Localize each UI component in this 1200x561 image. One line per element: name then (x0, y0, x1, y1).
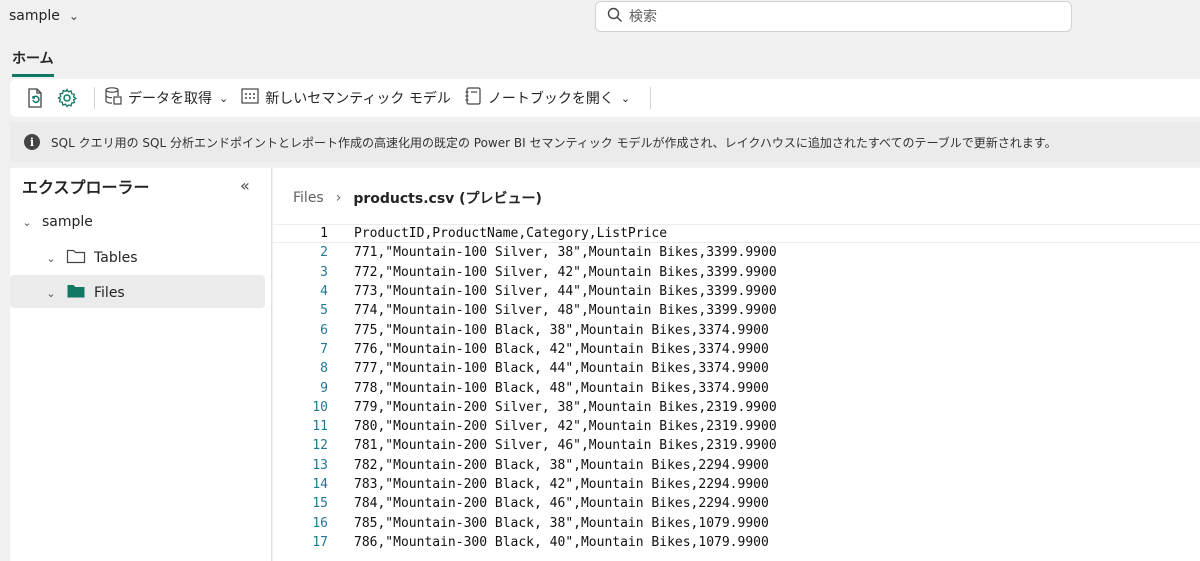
line-number: 10 (312, 399, 328, 415)
line-text: 783,"Mountain-200 Black, 42",Mountain Bi… (354, 477, 769, 492)
code-line: 5 774,"Mountain-100 Silver, 48",Mountain … (273, 301, 1200, 320)
semantic-model-icon (240, 86, 260, 110)
code-line: 12 781,"Mountain-200 Silver, 46",Mountain… (273, 436, 1200, 455)
line-text: 774,"Mountain-100 Silver, 48",Mountain B… (354, 303, 777, 319)
workspace-switcher[interactable]: sample ⌄ (9, 8, 79, 24)
chevron-down-icon: ⌄ (620, 91, 631, 105)
tree-item-root[interactable]: ⌄ sample (20, 214, 93, 230)
explorer-title: エクスプローラー (22, 178, 150, 197)
breadcrumb-files[interactable]: Files (293, 190, 324, 206)
ribbon-toolbar: データを取得 ⌄ 新しいセマンティック モデル ノートブックを開く ⌄ (10, 79, 1200, 117)
collapse-panel-icon[interactable]: « (240, 176, 250, 195)
chevron-down-icon: ⌄ (219, 91, 229, 105)
open-notebook-label: ノートブックを開く (487, 91, 614, 107)
code-line: 1 ProductID,ProductName,Category,ListPric… (273, 224, 1200, 244)
search-icon (607, 7, 623, 27)
tab-bar: ホーム (0, 42, 1200, 77)
line-text: 771,"Mountain-100 Silver, 38",Mountain B… (354, 245, 777, 261)
tree-item-files-label: Files (94, 285, 125, 301)
info-message: SQL クエリ用の SQL 分析エンドポイントとレポート作成の高速化用の既定の … (51, 135, 1057, 150)
line-number: 13 (312, 457, 328, 473)
database-icon (103, 86, 123, 110)
line-number: 1 (320, 226, 328, 242)
chevron-down-icon: ⌄ (22, 215, 32, 229)
line-text: 778,"Mountain-100 Black, 48",Mountain Bi… (354, 380, 769, 396)
line-number: 12 (312, 438, 328, 454)
get-data-button[interactable]: データを取得 ⌄ (103, 86, 228, 110)
code-line: 7 776,"Mountain-100 Black, 42",Mountain B… (273, 340, 1200, 359)
search-box[interactable] (595, 1, 1072, 32)
code-line: 6 775,"Mountain-100 Black, 38",Mountain B… (273, 320, 1200, 339)
line-number: 3 (320, 264, 328, 280)
file-preview-panel: Files › products.csv (プレビュー) 1 ProductID,… (273, 168, 1200, 561)
tree-item-files[interactable]: ⌄ Files (44, 283, 125, 303)
explorer-panel: エクスプローラー « ⌄ sample ⌄ Tables ⌄ Files (10, 168, 272, 561)
folder-icon (66, 248, 86, 268)
workspace-name: sample (9, 8, 60, 24)
line-number: 8 (320, 361, 328, 377)
code-line: 11 780,"Mountain-200 Silver, 42",Mountain… (273, 417, 1200, 436)
refresh-icon[interactable] (22, 85, 48, 111)
line-text: 786,"Mountain-300 Black, 40",Mountain Bi… (354, 534, 769, 550)
get-data-label: データを取得 (128, 91, 212, 107)
breadcrumb: Files › products.csv (プレビュー) (293, 188, 542, 208)
line-text: ProductID,ProductName,Category,ListPrice (354, 226, 668, 242)
code-line: 3 772,"Mountain-100 Silver, 42",Mountain … (273, 263, 1200, 282)
line-text: 772,"Mountain-100 Silver, 42",Mountain B… (354, 264, 777, 280)
line-number: 5 (320, 303, 328, 319)
search-input[interactable] (629, 8, 1049, 25)
csv-preview: 1 ProductID,ProductName,Category,ListPric… (273, 224, 1200, 552)
chevron-down-icon: ⌄ (46, 286, 56, 300)
line-number: 6 (320, 322, 328, 338)
line-number: 14 (312, 477, 328, 492)
chevron-right-icon: › (335, 190, 342, 206)
code-line: 15 784,"Mountain-200 Black, 46",Mountain … (273, 494, 1200, 513)
line-text: 775,"Mountain-100 Black, 38",Mountain Bi… (354, 322, 769, 338)
code-line: 14 783,"Mountain-200 Black, 42",Mountain … (273, 475, 1200, 494)
line-text: 773,"Mountain-100 Silver, 44",Mountain B… (354, 284, 777, 300)
code-line: 13 782,"Mountain-200 Black, 38",Mountain … (273, 456, 1200, 475)
line-text: 784,"Mountain-200 Black, 46",Mountain Bi… (354, 496, 769, 512)
line-text: 785,"Mountain-300 Black, 38",Mountain Bi… (354, 515, 769, 531)
new-semantic-model-label: 新しいセマンティック モデル (265, 91, 451, 107)
breadcrumb-current: products.csv (プレビュー) (353, 191, 542, 207)
line-number: 16 (312, 515, 328, 531)
line-text: 779,"Mountain-200 Silver, 38",Mountain B… (354, 399, 777, 415)
info-banner: i SQL クエリ用の SQL 分析エンドポイントとレポート作成の高速化用の既定… (10, 122, 1200, 162)
code-line: 2 771,"Mountain-100 Silver, 38",Mountain … (273, 243, 1200, 262)
line-text: 781,"Mountain-200 Silver, 46",Mountain B… (354, 438, 777, 454)
ribbon-divider (650, 87, 652, 109)
tab-home[interactable]: ホーム (12, 48, 54, 77)
tree-item-tables[interactable]: ⌄ Tables (44, 248, 138, 268)
line-text: 776,"Mountain-100 Black, 42",Mountain Bi… (354, 341, 769, 357)
line-number: 4 (320, 284, 328, 300)
code-line: 9 778,"Mountain-100 Black, 48",Mountain B… (273, 378, 1200, 397)
line-number: 7 (320, 341, 328, 357)
info-icon: i (24, 134, 40, 150)
line-number: 2 (320, 245, 328, 261)
tree-item-tables-label: Tables (94, 250, 138, 266)
line-number: 17 (312, 534, 328, 550)
code-line: 8 777,"Mountain-100 Black, 44",Mountain B… (273, 359, 1200, 378)
line-number: 15 (312, 496, 328, 512)
line-text: 777,"Mountain-100 Black, 44",Mountain Bi… (354, 361, 769, 377)
code-line: 4 773,"Mountain-100 Silver, 44",Mountain … (273, 282, 1200, 301)
line-number: 11 (312, 419, 328, 435)
code-line: 10 779,"Mountain-200 Silver, 38",Mountain… (273, 398, 1200, 417)
line-text: 782,"Mountain-200 Black, 38",Mountain Bi… (354, 457, 769, 473)
chevron-down-icon: ⌄ (68, 9, 79, 23)
code-line: 16 785,"Mountain-300 Black, 38",Mountain … (273, 513, 1200, 532)
new-semantic-model-button[interactable]: 新しいセマンティック モデル (240, 86, 451, 110)
notebook-icon (463, 86, 483, 110)
tree-item-root-label: sample (42, 214, 93, 230)
chevron-down-icon: ⌄ (46, 251, 56, 265)
settings-gear-icon[interactable] (54, 85, 80, 111)
line-text: 780,"Mountain-200 Silver, 42",Mountain B… (354, 419, 777, 435)
line-number: 9 (320, 380, 328, 396)
folder-filled-icon (66, 283, 86, 303)
top-bar: sample ⌄ (0, 0, 1200, 42)
code-line: 17 786,"Mountain-300 Black, 40",Mountain … (273, 533, 1200, 552)
ribbon-divider (94, 87, 95, 109)
open-notebook-button[interactable]: ノートブックを開く ⌄ (463, 86, 630, 110)
